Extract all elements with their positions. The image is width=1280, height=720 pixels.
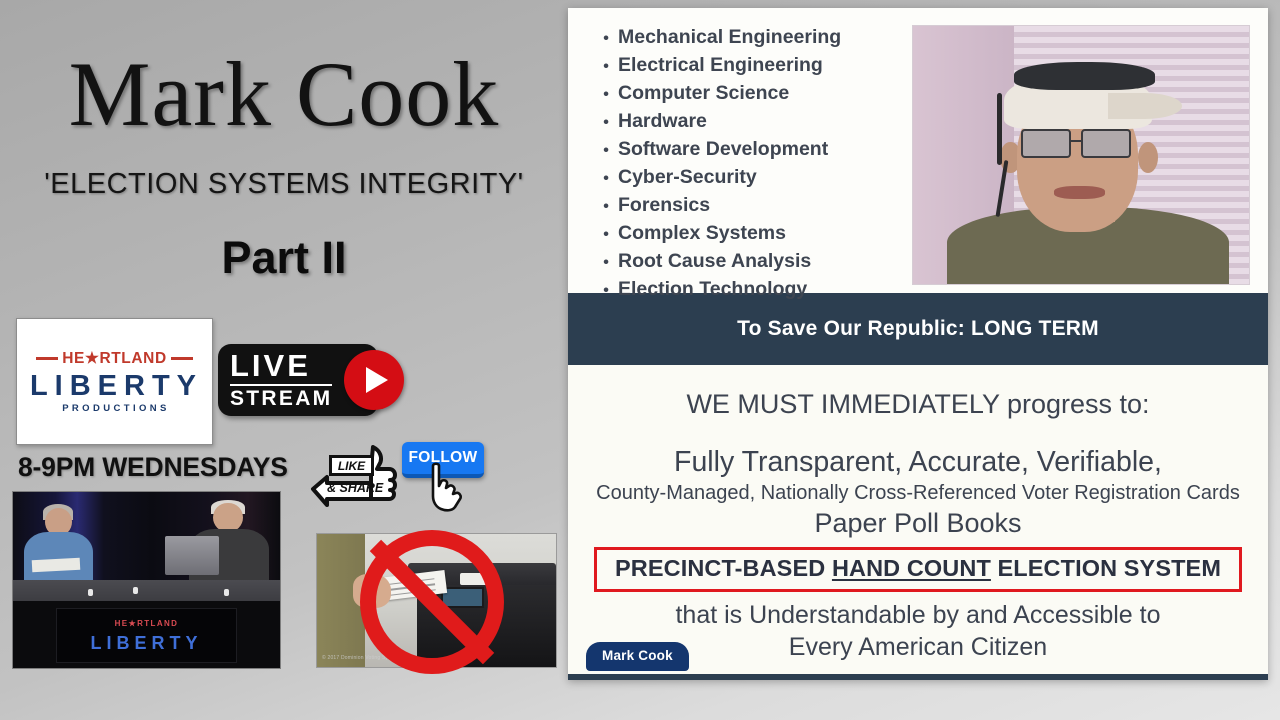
productions-wordmark: PRODUCTIONS xyxy=(62,403,170,414)
papers xyxy=(31,557,81,573)
list-item: • Mechanical Engineering xyxy=(594,26,934,48)
bullet-icon: • xyxy=(603,170,609,187)
list-item-label: Forensics xyxy=(618,194,711,216)
bullet-icon: • xyxy=(603,86,609,103)
slide-line-1: Fully Transparent, Accurate, Verifiable, xyxy=(674,446,1162,478)
list-item: • Election Technology xyxy=(594,278,934,300)
slide-line-3: Paper Poll Books xyxy=(814,508,1022,538)
list-item: • Software Development xyxy=(594,138,934,160)
list-item-label: Electrical Engineering xyxy=(618,54,823,76)
like-label: LIKE xyxy=(329,455,374,476)
list-item-label: Complex Systems xyxy=(618,222,786,244)
heartland-wordmark-row: HE★RTLAND xyxy=(17,349,212,368)
stream-label: STREAM xyxy=(230,386,333,410)
desk-mic-3 xyxy=(223,588,229,596)
list-item-label: Election Technology xyxy=(618,278,808,300)
list-item-label: Software Development xyxy=(618,138,829,160)
pointer-hand-icon xyxy=(431,462,462,512)
list-item-label: Cyber-Security xyxy=(618,166,757,188)
live-stream-badge: LIVE STREAM xyxy=(218,344,404,416)
heartland-rule-left xyxy=(36,357,59,360)
liberty-wordmark: LIBERTY xyxy=(29,370,204,402)
play-triangle-icon xyxy=(344,350,404,410)
sunglasses-icon xyxy=(1013,62,1155,91)
list-item-label: Root Cause Analysis xyxy=(618,250,812,272)
highlight-prefix: PRECINCT-BASED xyxy=(615,555,832,581)
list-item-label: Mechanical Engineering xyxy=(618,26,842,48)
episode-part-label: Part II xyxy=(221,232,347,283)
like-share-graphic: LIKE & SHARE xyxy=(303,437,399,515)
page-title: Mark Cook xyxy=(68,43,500,145)
list-item: • Complex Systems xyxy=(594,222,934,244)
list-item: • Root Cause Analysis xyxy=(594,250,934,272)
speaker-webcam-photo xyxy=(912,25,1250,285)
name-badge: Mark Cook xyxy=(586,642,689,671)
bullet-icon: • xyxy=(603,226,609,243)
list-item: • Forensics xyxy=(594,194,934,216)
headset-icon xyxy=(997,93,1002,166)
left-branding-panel: Mark Cook 'ELECTION SYSTEMS INTEGRITY' P… xyxy=(0,0,568,720)
eyeglasses-icon-right xyxy=(1081,129,1132,158)
bullet-icon: • xyxy=(603,254,609,271)
bullet-icon: • xyxy=(603,198,609,215)
baseball-cap-brim xyxy=(1107,93,1182,119)
skills-list: • Mechanical Engineering • Electrical En… xyxy=(594,26,934,308)
heartland-rule-right xyxy=(170,357,193,360)
list-item: • Electrical Engineering xyxy=(594,54,934,76)
bullet-icon: • xyxy=(603,58,609,75)
studio-photo: HE★RTLAND LIBERTY xyxy=(12,491,281,669)
list-item: • Computer Science xyxy=(594,82,934,104)
list-item: • Cyber-Security xyxy=(594,166,934,188)
show-subtitle: 'ELECTION SYSTEMS INTEGRITY' xyxy=(44,168,524,200)
desk-mic-2 xyxy=(133,587,139,595)
bullet-icon: • xyxy=(603,30,609,47)
slide-top-section: • Mechanical Engineering • Electrical En… xyxy=(568,8,1268,299)
slide-footer-bar xyxy=(568,674,1268,680)
desk-mic-1 xyxy=(87,588,93,596)
list-item: • Hardware xyxy=(594,110,934,132)
slide-line-2: County-Managed, Nationally Cross-Referen… xyxy=(596,482,1240,504)
heartland-wordmark: HE★RTLAND xyxy=(62,350,167,367)
highlight-suffix: ELECTION SYSTEM xyxy=(990,555,1221,581)
laptop-icon xyxy=(165,536,219,575)
eyeglasses-icon-left xyxy=(1020,129,1071,158)
prohibition-slash xyxy=(360,530,504,674)
schedule-label: 8-9PM WEDNESDAYS xyxy=(18,452,288,482)
play-triangle-glyph xyxy=(365,367,388,393)
speaker-mouth xyxy=(1054,185,1105,199)
host-2-head xyxy=(213,502,243,533)
presentation-slide: • Mechanical Engineering • Electrical En… xyxy=(568,8,1268,680)
list-item-label: Computer Science xyxy=(618,82,790,104)
slide-body: WE MUST IMMEDIATELY progress to: Fully T… xyxy=(568,365,1268,680)
list-item-label: Hardware xyxy=(618,110,707,132)
slide-line-4: that is Understandable by and Accessible… xyxy=(675,601,1161,629)
thumbs-up-icon xyxy=(311,445,397,507)
share-label: & SHARE xyxy=(327,481,384,495)
live-stream-text: LIVE STREAM xyxy=(230,348,333,410)
highlight-callout-box: PRECINCT-BASED HAND COUNT ELECTION SYSTE… xyxy=(594,547,1242,592)
eyeglasses-bridge xyxy=(1070,139,1081,142)
bullet-icon: • xyxy=(603,282,609,299)
live-stream-divider xyxy=(230,383,333,386)
desk-logo-liberty: LIBERTY xyxy=(90,632,203,653)
live-label: LIVE xyxy=(230,348,311,384)
highlight-callout-text: PRECINCT-BASED HAND COUNT ELECTION SYSTE… xyxy=(615,555,1221,581)
slide-intro-line: WE MUST IMMEDIATELY progress to: xyxy=(686,389,1150,419)
desk-logo-heartland: HE★RTLAND xyxy=(114,618,179,628)
name-badge-text: Mark Cook xyxy=(602,648,673,663)
bullet-icon: • xyxy=(603,114,609,131)
bullet-icon: • xyxy=(603,142,609,159)
brand-logo: HE★RTLAND LIBERTY PRODUCTIONS xyxy=(16,318,213,445)
slide-banner-text: To Save Our Republic: LONG TERM xyxy=(737,317,1099,340)
highlight-underlined: HAND COUNT xyxy=(831,555,991,581)
